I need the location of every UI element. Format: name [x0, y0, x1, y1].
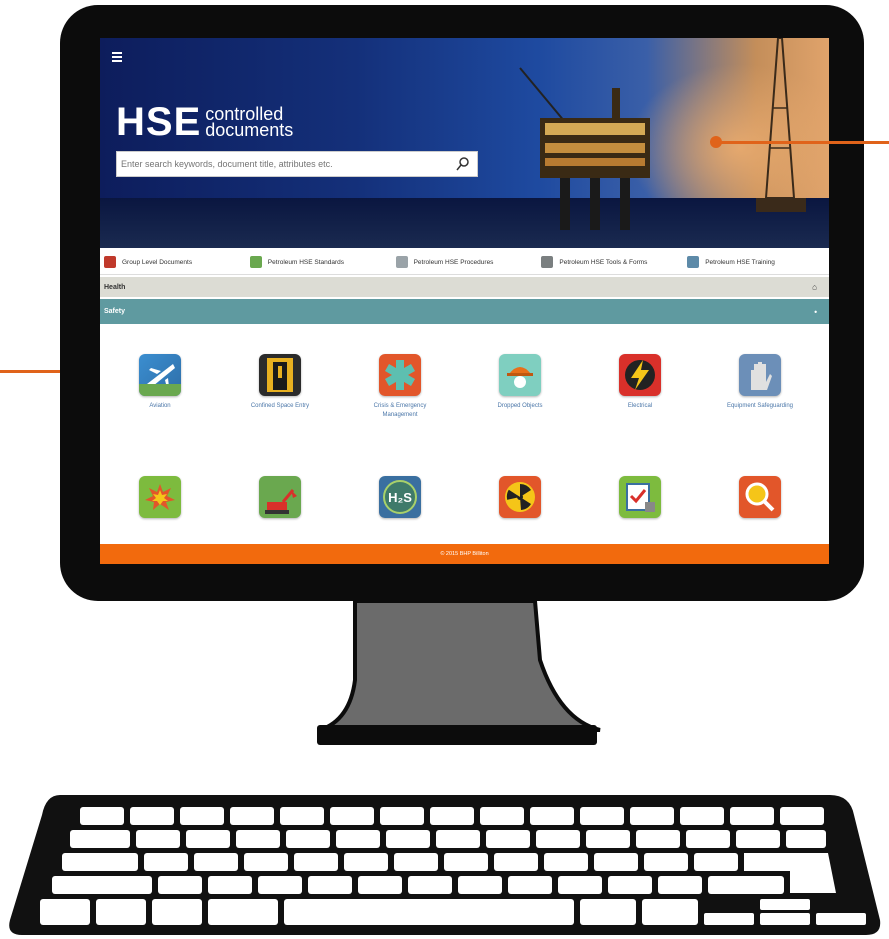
keyboard-illustration [9, 795, 881, 935]
